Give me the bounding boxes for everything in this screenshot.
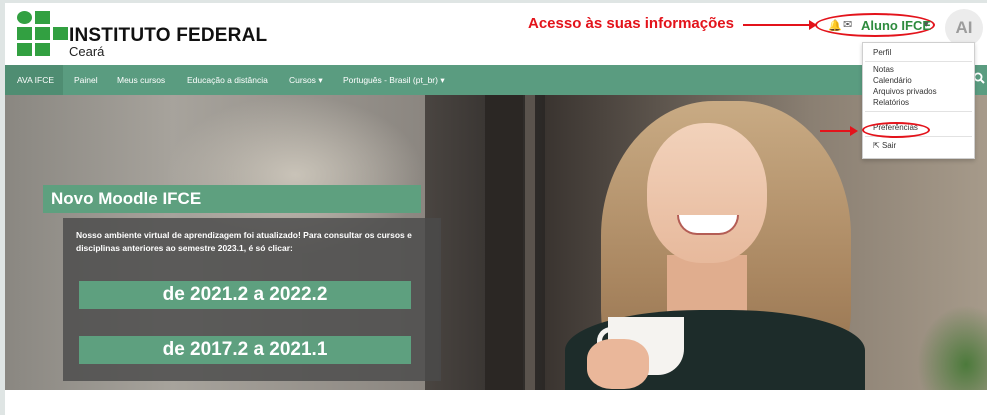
nav-item-cursos-label: Cursos — [289, 75, 316, 85]
menu-item-sair-label: Sair — [881, 141, 897, 150]
nav-item-language-label: Português - Brasil (pt_br) — [343, 75, 438, 85]
menu-item-perfil[interactable]: Perfil — [873, 48, 891, 57]
nav-item-painel[interactable]: Painel — [74, 65, 98, 95]
hero-headline-bar: Novo Moodle IFCE — [43, 185, 421, 213]
site-header: INSTITUTO FEDERAL Ceará Acesso às suas i… — [5, 3, 987, 61]
logo-icon[interactable] — [17, 11, 69, 57]
menu-item-arquivos-privados[interactable]: Arquivos privados — [873, 87, 937, 96]
nav-item-ava-ifce[interactable]: AVA IFCE — [5, 65, 63, 95]
range-2017-2021-button[interactable]: de 2017.2 a 2021.1 — [79, 336, 411, 364]
hero-headline: Novo Moodle IFCE — [51, 189, 202, 208]
main-navbar: AVA IFCE Painel Meus cursos Educação a d… — [5, 65, 987, 95]
nav-item-cursos[interactable]: Cursos ▾ — [289, 65, 323, 95]
annotation-arrow-icon — [820, 126, 858, 136]
chevron-down-icon: ▾ — [440, 75, 445, 85]
logout-icon: ⇱ — [873, 141, 880, 150]
nav-item-meus-cursos[interactable]: Meus cursos — [117, 65, 165, 95]
brand-subtitle: Ceará — [69, 44, 105, 59]
user-menu-toggle[interactable]: Aluno IFCE — [861, 18, 931, 33]
bell-icon[interactable]: 🔔 — [828, 19, 842, 32]
hero-info-box: Nosso ambiente virtual de aprendizagem f… — [63, 218, 441, 381]
page: INSTITUTO FEDERAL Ceará Acesso às suas i… — [5, 3, 987, 415]
annotation-label: Acesso às suas informações — [528, 15, 734, 32]
preferences-highlight — [862, 122, 930, 138]
range-2021-2022-button[interactable]: de 2021.2 a 2022.2 — [79, 281, 411, 309]
hero-description: Nosso ambiente virtual de aprendizagem f… — [76, 230, 412, 253]
message-icon[interactable]: ✉ — [843, 18, 852, 31]
chevron-down-icon: ▾ — [318, 75, 323, 85]
annotation-arrow-icon — [743, 20, 817, 30]
menu-divider — [865, 111, 972, 112]
menu-divider — [865, 61, 972, 62]
user-dropdown-menu: Perfil Notas Calendário Arquivos privado… — [862, 42, 975, 159]
nav-item-language[interactable]: Português - Brasil (pt_br) ▾ — [343, 65, 445, 95]
chevron-down-icon[interactable]: ▾ — [924, 19, 929, 30]
menu-item-notas[interactable]: Notas — [873, 65, 894, 74]
plant-image — [917, 305, 987, 390]
menu-item-calendario[interactable]: Calendário — [873, 76, 912, 85]
menu-item-sair[interactable]: ⇱ Sair — [873, 141, 896, 150]
menu-item-relatorios[interactable]: Relatórios — [873, 98, 909, 107]
nav-item-educacao-distancia[interactable]: Educação a distância — [187, 65, 268, 95]
hero-banner: Novo Moodle IFCE Nosso ambiente virtual … — [5, 95, 987, 390]
